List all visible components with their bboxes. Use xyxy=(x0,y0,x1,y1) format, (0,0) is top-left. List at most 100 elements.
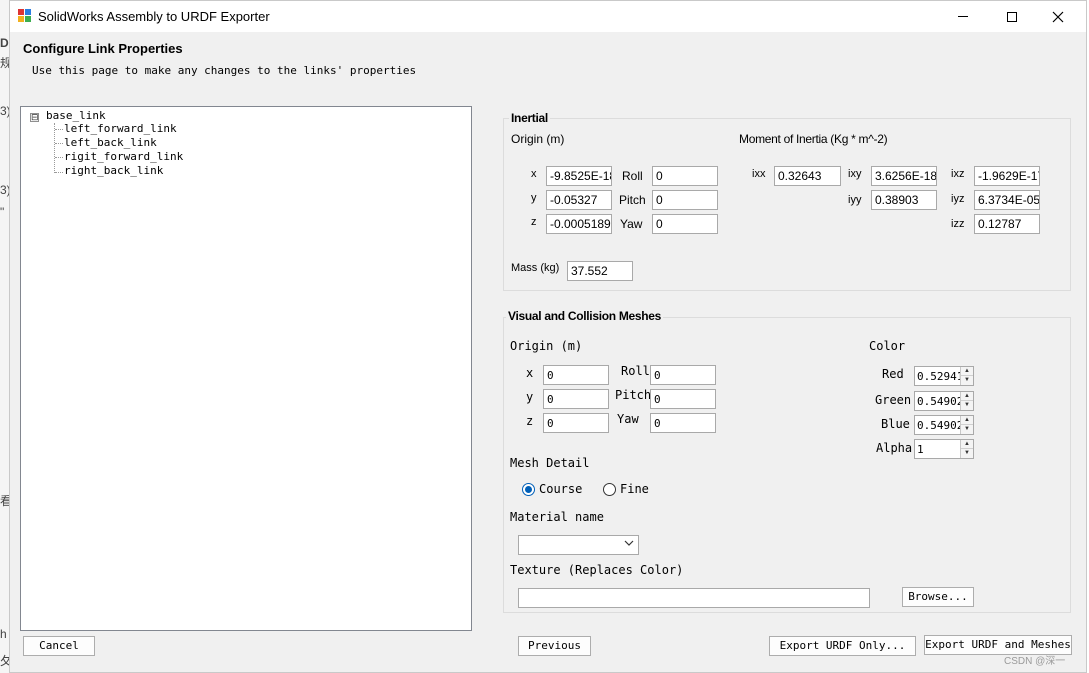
visual-pitch-field[interactable]: 0 xyxy=(650,389,716,409)
blue-label: Blue xyxy=(881,417,910,431)
red-value: 0.52941 xyxy=(917,370,960,383)
inertial-y-field[interactable]: -0.05327 xyxy=(546,190,612,210)
inertial-yaw-label: Yaw xyxy=(620,217,643,231)
tree-node-link[interactable]: rigit_forward_link xyxy=(64,150,183,163)
minimize-button[interactable] xyxy=(940,1,986,32)
mass-label: Mass (kg) xyxy=(511,262,560,274)
ixz-label: ixz xyxy=(951,168,965,180)
visual-yaw-label: Yaw xyxy=(617,412,639,426)
close-icon xyxy=(1052,11,1064,22)
tree-connector xyxy=(55,129,63,130)
inertial-x-label: x xyxy=(531,168,537,180)
spin-down-icon[interactable]: ▼ xyxy=(961,401,973,410)
red-label: Red xyxy=(882,367,904,381)
background-text: h xyxy=(0,627,7,641)
spin-down-icon[interactable]: ▼ xyxy=(961,425,973,434)
course-label[interactable]: Course xyxy=(539,482,582,496)
green-spinner[interactable]: 0.54902 ▲ ▼ xyxy=(914,391,974,411)
mass-field[interactable]: 37.552 xyxy=(567,261,633,281)
inertial-x-field[interactable]: -9.8525E-18 xyxy=(546,166,612,186)
visual-roll-label: Roll xyxy=(621,364,650,378)
tree-connector xyxy=(54,123,55,173)
visual-x-field[interactable]: 0 xyxy=(543,365,609,385)
inertial-roll-label: Roll xyxy=(622,169,643,183)
background-text: D xyxy=(0,36,9,50)
moment-of-inertia-label: Moment of Inertia (Kg * m^-2) xyxy=(739,132,888,146)
spinner-arrows: ▲ ▼ xyxy=(960,392,973,410)
visual-roll-field[interactable]: 0 xyxy=(650,365,716,385)
ixz-field[interactable]: -1.9629E-17 xyxy=(974,166,1040,186)
cancel-button[interactable]: Cancel xyxy=(23,636,95,656)
visual-y-field[interactable]: 0 xyxy=(543,389,609,409)
blue-value: 0.54902 xyxy=(917,419,960,432)
visual-collision-title: Visual and Collision Meshes xyxy=(506,309,664,323)
visual-z-field[interactable]: 0 xyxy=(543,413,609,433)
tree-node-base-link[interactable]: base_link xyxy=(46,109,106,122)
iyy-label: iyy xyxy=(848,194,862,206)
inertial-z-label: z xyxy=(531,216,537,228)
color-label: Color xyxy=(869,339,906,353)
spin-up-icon[interactable]: ▲ xyxy=(961,367,973,376)
iyz-label: iyz xyxy=(951,193,965,205)
spinner-arrows: ▲ ▼ xyxy=(960,440,973,458)
visual-yaw-field[interactable]: 0 xyxy=(650,413,716,433)
link-tree[interactable]: ⊟ base_link left_forward_link left_back_… xyxy=(20,106,472,631)
inertial-pitch-label: Pitch xyxy=(619,193,646,207)
green-value: 0.54902 xyxy=(917,395,960,408)
inertial-z-field[interactable]: -0.00051897 xyxy=(546,214,612,234)
material-dropdown[interactable] xyxy=(518,535,639,555)
texture-path-field[interactable] xyxy=(518,588,870,608)
tree-connector xyxy=(55,143,63,144)
tree-node-link[interactable]: left_back_link xyxy=(64,136,157,149)
material-name-label: Material name xyxy=(510,510,604,524)
iyz-field[interactable]: 6.3734E-05 xyxy=(974,190,1040,210)
inertial-title: Inertial xyxy=(509,111,550,125)
red-spinner[interactable]: 0.52941 ▲ ▼ xyxy=(914,366,974,386)
collapse-icon[interactable]: ⊟ xyxy=(30,113,39,122)
course-radio[interactable] xyxy=(522,483,535,496)
inertial-yaw-field[interactable]: 0 xyxy=(652,214,718,234)
ixy-field[interactable]: 3.6256E-18 xyxy=(871,166,937,186)
ixx-label: ixx xyxy=(752,168,766,180)
tree-connector xyxy=(55,157,63,158)
spin-up-icon[interactable]: ▲ xyxy=(961,392,973,401)
page-subtitle: Use this page to make any changes to the… xyxy=(32,64,417,77)
izz-label: izz xyxy=(951,218,965,230)
exporter-window: SolidWorks Assembly to URDF Exporter Con… xyxy=(9,0,1087,673)
background-window: D 规 3) 3) " 看 h 夂 xyxy=(0,0,12,673)
chevron-down-icon xyxy=(624,538,634,551)
browse-button[interactable]: Browse... xyxy=(902,587,974,607)
alpha-spinner[interactable]: 1 ▲ ▼ xyxy=(914,439,974,459)
inertial-origin-label: Origin (m) xyxy=(511,132,565,146)
blue-spinner[interactable]: 0.54902 ▲ ▼ xyxy=(914,415,974,435)
ixx-field[interactable]: 0.32643 xyxy=(774,166,841,186)
previous-button[interactable]: Previous xyxy=(518,636,591,656)
close-button[interactable] xyxy=(1035,1,1081,32)
spinner-arrows: ▲ ▼ xyxy=(960,367,973,385)
iyy-field[interactable]: 0.38903 xyxy=(871,190,937,210)
maximize-button[interactable] xyxy=(989,1,1035,32)
alpha-value: 1 xyxy=(917,443,924,456)
izz-field[interactable]: 0.12787 xyxy=(974,214,1040,234)
fine-label[interactable]: Fine xyxy=(620,482,649,496)
app-icon xyxy=(18,9,33,24)
spin-down-icon[interactable]: ▼ xyxy=(961,449,973,458)
background-text: " xyxy=(0,205,5,219)
spin-up-icon[interactable]: ▲ xyxy=(961,440,973,449)
inertial-y-label: y xyxy=(531,192,537,204)
visual-origin-label: Origin (m) xyxy=(510,339,583,353)
ixy-label: ixy xyxy=(848,168,862,180)
maximize-icon xyxy=(1007,11,1017,22)
spin-down-icon[interactable]: ▼ xyxy=(961,376,973,385)
inertial-pitch-field[interactable]: 0 xyxy=(652,190,718,210)
tree-node-link[interactable]: right_back_link xyxy=(64,164,163,177)
export-urdf-only-button[interactable]: Export URDF Only... xyxy=(769,636,916,656)
inertial-roll-field[interactable]: 0 xyxy=(652,166,718,186)
green-label: Green xyxy=(875,393,912,407)
spin-up-icon[interactable]: ▲ xyxy=(961,416,973,425)
spinner-arrows: ▲ ▼ xyxy=(960,416,973,434)
visual-y-label: y xyxy=(526,390,534,404)
window-title: SolidWorks Assembly to URDF Exporter xyxy=(38,9,270,24)
fine-radio[interactable] xyxy=(603,483,616,496)
tree-node-link[interactable]: left_forward_link xyxy=(64,122,177,135)
